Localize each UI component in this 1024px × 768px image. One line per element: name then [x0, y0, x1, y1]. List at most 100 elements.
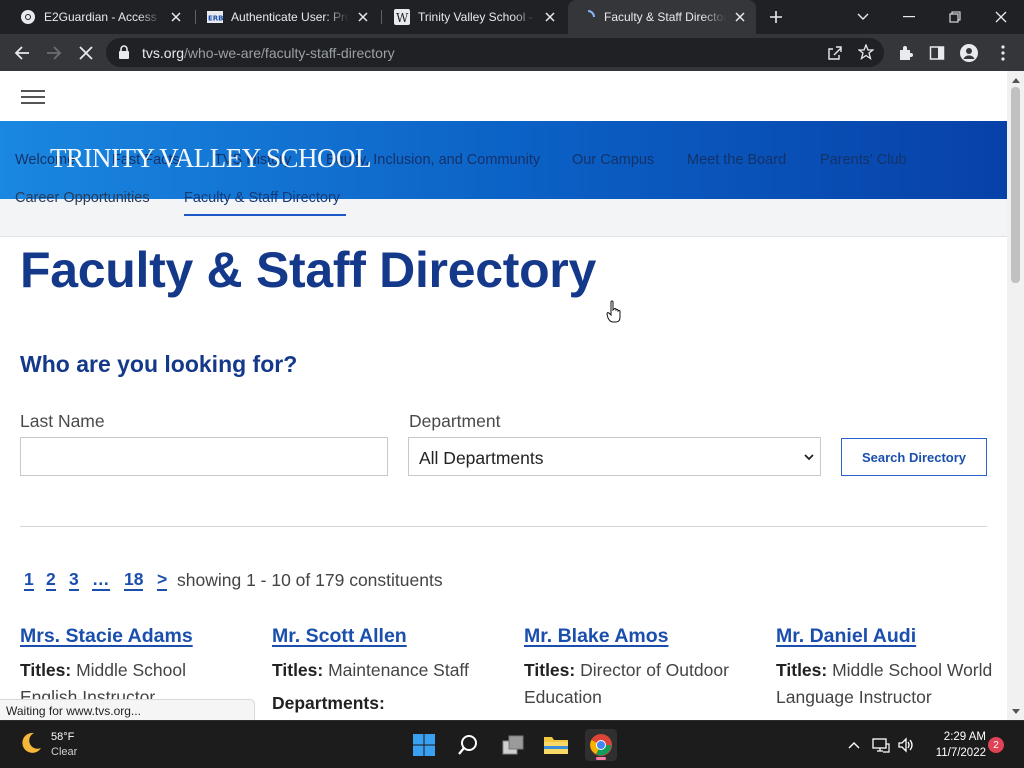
windows-start-icon[interactable]	[408, 729, 440, 761]
department-selected-value: All Departments	[419, 448, 544, 468]
profile-avatar-icon[interactable]	[956, 40, 982, 66]
person-name-link[interactable]: Mr. Blake Amos	[524, 625, 669, 648]
page-viewport: Welcome Fast Facts TVS History Equity, I…	[0, 71, 1007, 720]
tab-title: Authenticate User: Proc	[231, 10, 349, 24]
tab-title: E2Guardian - Access De	[44, 10, 162, 24]
side-panel-icon[interactable]	[924, 40, 950, 66]
active-nav-underline	[184, 214, 346, 216]
loading-spinner-icon	[580, 9, 596, 25]
nav-link-our-campus[interactable]: Our Campus	[572, 152, 654, 168]
back-arrow-icon[interactable]	[9, 40, 35, 66]
close-window-icon[interactable]	[988, 4, 1014, 30]
page-scrollbar[interactable]	[1007, 71, 1024, 720]
titles-label: Titles:	[776, 660, 828, 680]
titles-label: Titles:	[20, 660, 72, 680]
tab-title: Faculty & Staff Directory	[604, 10, 726, 24]
browser-menu-icon[interactable]	[990, 40, 1016, 66]
weather-description: Clear	[51, 746, 78, 758]
department-label: Department	[409, 411, 501, 431]
directory-entry: Mr. Scott Allen Titles: Maintenance Staf…	[272, 625, 497, 714]
nav-link-parents-club[interactable]: Parents' Club	[820, 152, 907, 168]
directory-entry: Mr. Daniel Audi Titles: Middle School Wo…	[776, 625, 1001, 711]
department-select[interactable]: All Departments	[408, 437, 821, 476]
windows-taskbar: 58°F Clear 2:29 AM 11/7/2022 2	[0, 720, 1024, 768]
pagination-page-2[interactable]: 2	[46, 570, 56, 591]
forward-arrow-icon[interactable]	[41, 40, 67, 66]
close-tab-icon[interactable]	[168, 9, 184, 25]
divider	[20, 526, 987, 527]
tray-chevron-up-icon[interactable]	[844, 735, 864, 755]
hamburger-menu-icon[interactable]	[21, 90, 45, 106]
pagination-page-1[interactable]: 1	[24, 570, 34, 591]
site-logo[interactable]: TRINITY VALLEY SCHOOL	[50, 143, 372, 174]
subnav-background	[0, 199, 1007, 237]
restore-icon[interactable]	[942, 4, 968, 30]
active-app-indicator	[596, 757, 606, 760]
stop-loading-icon[interactable]	[73, 40, 99, 66]
search-icon[interactable]	[452, 729, 484, 761]
browser-tab-strip: E2Guardian - Access De ERB Authenticate …	[0, 0, 1024, 34]
pagination-next[interactable]: >	[157, 570, 168, 591]
browser-tab-authenticate[interactable]: ERB Authenticate User: Proc	[195, 0, 379, 34]
browser-toolbar: tvs.org/who-we-are/faculty-staff-directo…	[0, 34, 1024, 71]
file-explorer-icon[interactable]	[540, 729, 572, 761]
search-heading: Who are you looking for?	[20, 351, 298, 377]
browser-tab-e2guardian[interactable]: E2Guardian - Access De	[8, 0, 192, 34]
person-titles: Titles: Maintenance Staff	[272, 657, 497, 684]
task-view-icon[interactable]	[497, 729, 529, 761]
pagination-page-3[interactable]: 3	[69, 570, 79, 591]
pagination-page-18[interactable]: 18	[124, 570, 144, 591]
url-path: /who-we-are/faculty-staff-directory	[184, 45, 395, 61]
results-count: showing 1 - 10 of 179 constituents	[177, 570, 443, 590]
clock-date: 11/7/2022	[935, 747, 986, 759]
close-tab-icon[interactable]	[355, 9, 371, 25]
minimize-icon[interactable]	[896, 4, 922, 30]
scroll-down-arrow-icon[interactable]	[1011, 707, 1020, 716]
network-icon[interactable]	[871, 735, 891, 755]
last-name-input[interactable]	[20, 437, 388, 476]
person-name-link[interactable]: Mr. Scott Allen	[272, 625, 407, 648]
person-titles: Titles: Director of Outdoor Education	[524, 657, 749, 711]
directory-entry: Mr. Blake Amos Titles: Director of Outdo…	[524, 625, 749, 711]
extensions-puzzle-icon[interactable]	[893, 40, 919, 66]
chrome-taskbar-icon[interactable]	[585, 729, 617, 761]
volume-icon[interactable]	[896, 735, 916, 755]
url-host: tvs.org	[142, 45, 185, 61]
pagination-ellipsis[interactable]: …	[92, 570, 110, 591]
titles-label: Titles:	[272, 660, 324, 680]
nav-link-faculty-staff-directory[interactable]: Faculty & Staff Directory	[184, 190, 340, 206]
chevron-down-icon	[804, 454, 814, 461]
notification-badge[interactable]: 2	[988, 737, 1004, 753]
svg-text:ERB: ERB	[208, 15, 223, 23]
moon-icon	[22, 732, 41, 753]
close-tab-icon[interactable]	[542, 9, 558, 25]
person-name-link[interactable]: Mr. Daniel Audi	[776, 625, 916, 648]
url-text: tvs.org/who-we-are/faculty-staff-directo…	[142, 45, 395, 61]
system-clock[interactable]: 2:29 AM 11/7/2022	[924, 729, 986, 761]
address-bar[interactable]: tvs.org/who-we-are/faculty-staff-directo…	[106, 38, 884, 67]
last-name-label: Last Name	[20, 411, 105, 431]
scroll-up-arrow-icon[interactable]	[1011, 75, 1020, 84]
close-tab-icon[interactable]	[732, 9, 748, 25]
nav-link-career-opportunities[interactable]: Career Opportunities	[15, 190, 150, 206]
tab-search-chevron-icon[interactable]	[850, 4, 876, 30]
browser-tab-faculty-directory[interactable]: Faculty & Staff Directory	[568, 0, 756, 34]
new-tab-plus-icon[interactable]	[766, 7, 786, 27]
clock-time: 2:29 AM	[943, 731, 986, 743]
tab-title: Trinity Valley School - V	[418, 10, 536, 24]
search-directory-button[interactable]: Search Directory	[841, 438, 987, 476]
site-header	[0, 71, 1007, 121]
titles-value: Maintenance Staff	[328, 660, 469, 680]
nav-link-meet-the-board[interactable]: Meet the Board	[687, 152, 786, 168]
share-icon[interactable]	[827, 45, 843, 66]
person-name-link[interactable]: Mrs. Stacie Adams	[20, 625, 193, 648]
weather-widget[interactable]: 58°F Clear	[18, 730, 77, 761]
chrome-globe-icon	[20, 9, 36, 25]
bookmark-star-icon[interactable]	[857, 43, 875, 65]
hand-cursor-icon	[606, 300, 621, 323]
lock-icon[interactable]	[118, 45, 130, 64]
erb-icon: ERB	[207, 9, 223, 25]
browser-tab-trinity-valley[interactable]: W Trinity Valley School - V	[382, 0, 566, 34]
scrollbar-thumb[interactable]	[1011, 87, 1020, 283]
svg-text:W: W	[396, 11, 409, 25]
